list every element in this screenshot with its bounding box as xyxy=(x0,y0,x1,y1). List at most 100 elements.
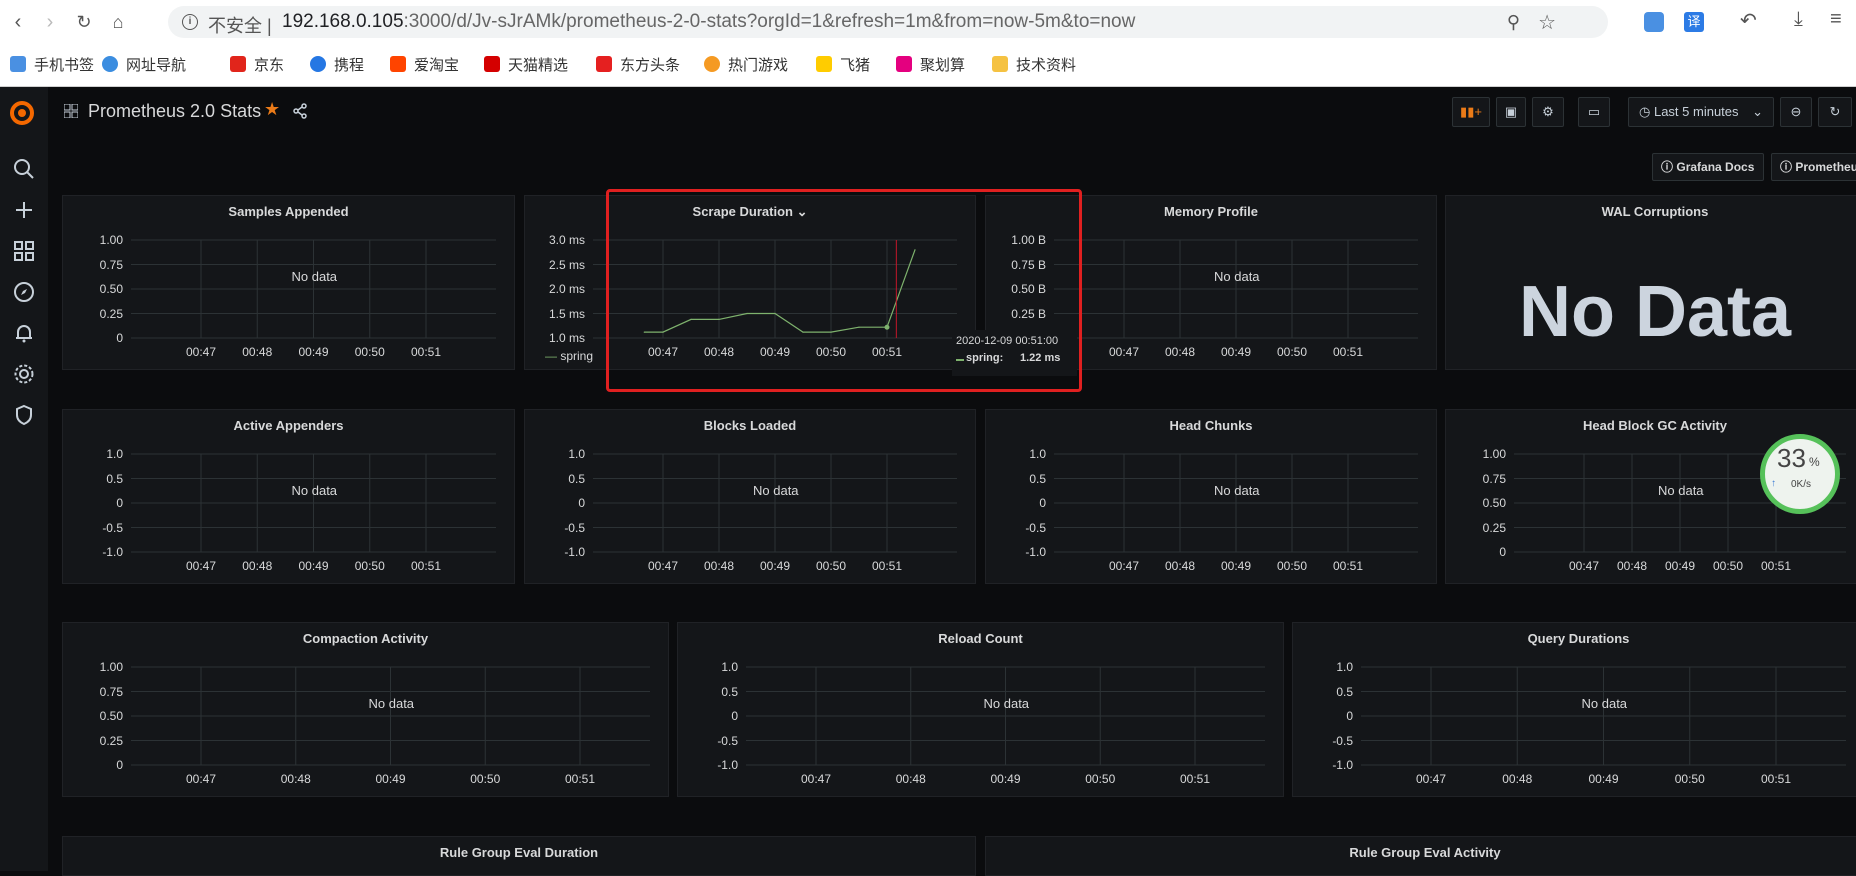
y-tick-label: 0 xyxy=(1346,709,1353,723)
star-favorite-icon[interactable]: ★ xyxy=(264,99,280,120)
panel[interactable]: Rule Group Eval Activity xyxy=(985,836,1856,876)
download-icon[interactable]: ⤓ xyxy=(1794,8,1803,31)
x-tick-label: 00:51 xyxy=(1179,772,1211,786)
x-tick-label: 00:49 xyxy=(1664,559,1696,573)
add-panel-button[interactable]: ▮▮+ xyxy=(1452,97,1490,127)
y-tick-label: 0.50 xyxy=(99,709,123,723)
bookmark-item[interactable]: 技术资料 xyxy=(992,54,1076,74)
bookmark-item[interactable]: 携程 xyxy=(310,54,364,74)
network-monitor-widget[interactable]: 33 % ↑ 0K/s xyxy=(1760,434,1840,514)
y-tick-label: 0.5 xyxy=(1336,684,1353,699)
address-bar[interactable]: i 不安全 | 192.168.0.105:3000/d/Jv-sJrAMk/p… xyxy=(168,6,1608,38)
info-icon[interactable]: i xyxy=(182,14,198,30)
search-icon[interactable] xyxy=(12,157,36,181)
alerting-bell-icon[interactable] xyxy=(12,321,36,345)
juhuasuan-icon xyxy=(896,56,912,72)
url-text[interactable]: 192.168.0.105:3000/d/Jv-sJrAMk/prometheu… xyxy=(282,11,1135,33)
menu-icon[interactable]: ≡ xyxy=(1830,8,1842,31)
grafana-logo-icon[interactable] xyxy=(8,99,36,127)
x-tick-label: 00:49 xyxy=(759,559,791,573)
y-tick-label: 0.50 xyxy=(1482,496,1506,510)
y-tick-label: 1.0 xyxy=(721,660,738,674)
y-tick-label: -1.0 xyxy=(564,545,585,559)
tooltip-series: spring: xyxy=(966,352,1004,364)
forward-icon[interactable]: › xyxy=(38,10,62,34)
tv-mode-button[interactable]: ▭ xyxy=(1578,97,1610,127)
bookmark-item[interactable]: 东方头条 xyxy=(596,54,680,74)
bookmark-item[interactable]: 聚划算 xyxy=(896,54,965,74)
panel[interactable]: WAL Corruptions No Data xyxy=(1445,195,1856,370)
grafana-docs-link[interactable]: ⓘ Grafana Docs xyxy=(1652,153,1764,181)
plus-icon[interactable] xyxy=(12,198,36,222)
prometheus-link[interactable]: ⓘ Prometheus xyxy=(1771,153,1856,181)
x-tick-label: 00:49 xyxy=(1220,559,1252,573)
x-tick-label: 00:50 xyxy=(354,345,385,359)
panel[interactable]: Compaction Activity 1.00 0.75 0.50 0.25 0 00:4… xyxy=(62,622,669,797)
y-tick-label: 0.75 xyxy=(99,257,123,272)
panel[interactable]: Samples Appended 1.00 0.75 0.50 0.25 0 00:47 00… xyxy=(62,195,515,370)
time-picker-button[interactable]: ◷ Last 5 minutes ⌄ xyxy=(1628,97,1774,127)
zoom-out-button[interactable]: ⊖ xyxy=(1780,97,1812,127)
star-bookmark-icon[interactable]: ☆ xyxy=(1538,10,1556,35)
panel-title[interactable]: Rule Group Eval Duration xyxy=(63,845,975,860)
y-tick-label: 0.50 xyxy=(99,282,123,296)
settings-button[interactable]: ⚙ xyxy=(1532,97,1564,127)
panel-title[interactable]: Rule Group Eval Activity xyxy=(986,845,1856,860)
panel[interactable]: Head Chunks 1.0 0.5 0 -0.5 -1.0 00:47 00:48 00:4… xyxy=(985,409,1437,584)
gear-icon[interactable] xyxy=(12,362,36,386)
dashboards-icon[interactable] xyxy=(12,239,36,263)
no-data-label: No data xyxy=(291,269,338,284)
x-tick-label: 00:50 xyxy=(1276,345,1308,359)
back-icon[interactable]: ‹ xyxy=(6,10,30,34)
save-button[interactable]: ▣ xyxy=(1496,97,1526,127)
y-tick-label: 1.0 xyxy=(1029,447,1046,461)
bookmark-item[interactable]: 京东 xyxy=(230,54,284,74)
x-tick-label: 00:51 xyxy=(1760,559,1792,573)
y-tick-label: 1.0 xyxy=(1336,660,1353,674)
share-icon[interactable] xyxy=(292,103,308,119)
y-tick-label: -1.0 xyxy=(1332,758,1353,772)
y-tick-label: -0.5 xyxy=(717,733,738,748)
browser-chrome: ‹ › ↻ ⌂ i 不安全 | 192.168.0.105:3000/d/Jv-… xyxy=(0,0,1856,87)
zoom-icon[interactable]: ⚲ xyxy=(1507,12,1520,33)
grafana-app: Prometheus 2.0 Stats ★ ▮▮+ ▣ ⚙ ▭ ◷ Last … xyxy=(0,87,1856,876)
graph-grid xyxy=(1054,453,1418,553)
explore-icon[interactable] xyxy=(12,280,36,304)
x-tick-label: 00:48 xyxy=(1616,559,1648,573)
clock-icon: ◷ xyxy=(1639,104,1651,119)
home-icon[interactable]: ⌂ xyxy=(106,10,130,34)
shield-icon[interactable] xyxy=(12,403,36,427)
bookmark-item[interactable]: 热门游戏 xyxy=(704,54,788,74)
panel[interactable]: Reload Count 1.0 0.5 0 -0.5 -1.0 00:47 00:48 00:… xyxy=(677,622,1284,797)
y-tick-label: 2.5 ms xyxy=(548,257,585,272)
translate-icon[interactable]: 译 xyxy=(1684,12,1704,32)
dashboard-title[interactable]: Prometheus 2.0 Stats xyxy=(88,101,261,122)
y-tick-label: -0.5 xyxy=(1332,733,1353,748)
panel[interactable]: Rule Group Eval Duration xyxy=(62,836,976,876)
bookmark-item[interactable]: 手机书签 xyxy=(10,54,94,74)
panel[interactable]: Blocks Loaded 1.0 0.5 0 -0.5 -1.0 00:47 00:48 00… xyxy=(524,409,976,584)
x-tick-label: 00:49 xyxy=(375,772,406,786)
x-tick-label: 00:51 xyxy=(871,559,903,573)
y-tick-label: 0 xyxy=(116,758,123,772)
y-tick-label: 0 xyxy=(578,496,585,510)
refresh-button[interactable]: ↻ xyxy=(1818,97,1852,127)
bookmark-item[interactable]: 爱淘宝 xyxy=(390,54,459,74)
bookmark-item[interactable]: 飞猪 xyxy=(816,54,870,74)
big-no-data: No Data xyxy=(1518,272,1792,352)
panel[interactable]: Query Durations 1.0 0.5 0 -0.5 -1.0 00:47 00:48… xyxy=(1292,622,1856,797)
y-tick-label: 1.00 xyxy=(99,233,123,247)
extension-icon[interactable] xyxy=(1644,12,1664,32)
x-tick-label: 00:47 xyxy=(1568,559,1600,573)
reload-icon[interactable]: ↻ xyxy=(72,10,96,34)
panel-title[interactable]: WAL Corruptions xyxy=(1446,204,1856,219)
bookmark-item[interactable]: 网址导航 xyxy=(102,54,186,74)
toutiao-icon xyxy=(596,56,612,72)
legend-item[interactable]: — spring xyxy=(545,349,593,363)
x-tick-label: 00:51 xyxy=(1332,559,1364,573)
bookmark-item[interactable]: 天猫精选 xyxy=(484,54,568,74)
undo-icon[interactable]: ↶ xyxy=(1740,8,1757,33)
x-tick-label: 00:47 xyxy=(1108,345,1140,359)
panel[interactable]: Active Appenders 1.0 0.5 0 -0.5 -1.0 00:47 00:4… xyxy=(62,409,515,584)
jd-icon xyxy=(230,56,246,72)
